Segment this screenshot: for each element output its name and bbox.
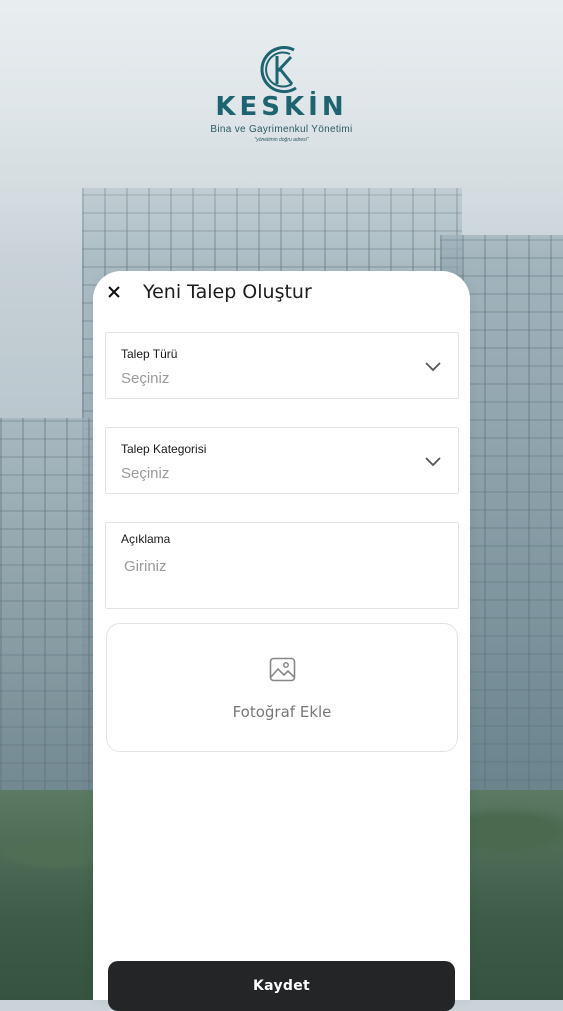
brand-subtitle: Bina ve Gayrimenkul Yönetimi <box>210 124 353 135</box>
close-button[interactable] <box>103 281 125 303</box>
description-field[interactable]: Açıklama Giriniz <box>105 522 459 609</box>
chevron-down-icon[interactable] <box>424 452 442 470</box>
add-photo-button[interactable]: Fotoğraf Ekle <box>106 623 458 752</box>
add-photo-label: Fotoğraf Ekle <box>232 703 332 721</box>
request-type-select[interactable]: Talep Türü Seçiniz <box>105 332 459 399</box>
request-category-select[interactable]: Talep Kategorisi Seçiniz <box>105 427 459 494</box>
brand-name: KESKİN <box>215 92 348 122</box>
brand-tagline: "yönetimin doğru adresi" <box>254 137 309 143</box>
request-type-placeholder: Seçiniz <box>121 370 170 387</box>
building-image <box>0 418 100 818</box>
sheet-title: Yeni Talep Oluştur <box>143 281 312 303</box>
description-placeholder[interactable]: Giriniz <box>124 558 167 575</box>
request-category-label: Talep Kategorisi <box>121 442 207 456</box>
image-icon <box>269 657 296 682</box>
sheet-header: Yeni Talep Oluştur <box>93 271 470 315</box>
request-category-placeholder: Seçiniz <box>121 465 170 482</box>
close-icon[interactable] <box>103 281 125 303</box>
description-label: Açıklama <box>121 532 171 546</box>
chevron-down-icon[interactable] <box>424 357 442 375</box>
new-request-sheet: Yeni Talep Oluştur Talep Türü Seçiniz Ta… <box>93 271 470 1011</box>
request-type-label: Talep Türü <box>121 347 178 361</box>
brand-logo: KESKİN Bina ve Gayrimenkul Yönetimi "yön… <box>0 44 563 143</box>
save-button[interactable]: Kaydet <box>108 961 455 1011</box>
logo-mark-icon <box>260 46 297 94</box>
